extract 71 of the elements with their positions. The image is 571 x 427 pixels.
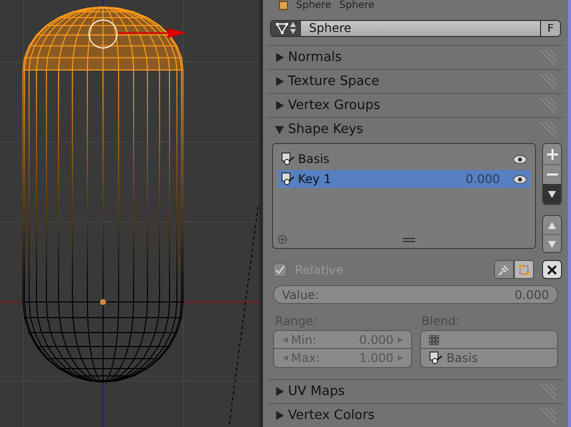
specials-menu-button[interactable] bbox=[543, 184, 561, 204]
relative-checkbox[interactable] bbox=[273, 262, 287, 276]
panel-title: UV Maps bbox=[288, 382, 345, 401]
vertex-group-field[interactable] bbox=[420, 330, 558, 349]
blend-shape-name: Basis bbox=[446, 350, 478, 367]
expand-icon bbox=[275, 411, 284, 420]
value-field[interactable]: Value: 0.000 bbox=[273, 285, 558, 304]
shape-key-icon bbox=[281, 172, 295, 186]
right-arrow-icon bbox=[396, 336, 402, 342]
shape-key-item[interactable]: Basis bbox=[278, 150, 530, 168]
3d-cursor-icon bbox=[88, 20, 118, 48]
plus-icon bbox=[546, 148, 558, 160]
blend-shape-field[interactable]: Basis bbox=[420, 349, 558, 368]
remove-button[interactable] bbox=[543, 164, 561, 184]
shape-key-icon bbox=[428, 351, 442, 365]
grip-icon[interactable] bbox=[540, 50, 556, 66]
cube-icon bbox=[279, 1, 288, 10]
vertex-box-icon bbox=[518, 264, 530, 276]
grip-icon[interactable] bbox=[540, 98, 556, 114]
panel-header[interactable]: UV Maps bbox=[267, 379, 564, 403]
expand-icon bbox=[275, 387, 284, 396]
clear-button[interactable] bbox=[542, 260, 562, 279]
breadcrumb-item[interactable]: Sphere bbox=[339, 0, 374, 11]
shape-key-item[interactable]: Key 1 0.000 bbox=[278, 170, 530, 188]
panel-title: Normals bbox=[288, 48, 342, 67]
panel-header[interactable]: Normals bbox=[267, 45, 564, 69]
caret-icon bbox=[548, 190, 556, 198]
shape-key-name: Basis bbox=[298, 151, 330, 168]
panel-header[interactable]: Vertex Groups bbox=[267, 93, 564, 117]
left-arrow-icon bbox=[282, 355, 288, 361]
origin-dot bbox=[100, 299, 106, 305]
vertex-group-icon bbox=[428, 334, 438, 344]
right-arrow-icon bbox=[396, 355, 402, 361]
pin-button[interactable] bbox=[494, 260, 514, 279]
grip-icon[interactable] bbox=[540, 408, 556, 424]
shape-key-name: Key 1 bbox=[298, 171, 332, 188]
close-icon bbox=[547, 264, 557, 274]
add-icon[interactable] bbox=[278, 235, 287, 244]
expand-icon bbox=[275, 53, 284, 62]
3d-viewport[interactable] bbox=[0, 0, 259, 427]
panel-title: Shape Keys bbox=[288, 120, 364, 139]
grip-icon[interactable] bbox=[540, 122, 556, 138]
collapse-icon bbox=[275, 125, 284, 134]
arrow-icon[interactable] bbox=[118, 28, 186, 38]
up-arrow-icon bbox=[548, 221, 556, 229]
value-label: Value: bbox=[282, 286, 319, 304]
minus-icon bbox=[546, 173, 558, 176]
panel-header[interactable]: Texture Space bbox=[267, 69, 564, 93]
panel-header[interactable]: Shape Keys bbox=[267, 117, 564, 141]
grip-icon[interactable] bbox=[540, 74, 556, 90]
breadcrumb-item[interactable]: Sphere bbox=[296, 0, 332, 11]
value-number: 0.000 bbox=[514, 286, 549, 304]
pin-icon bbox=[498, 264, 510, 276]
expand-icon bbox=[275, 77, 284, 86]
grip-icon[interactable] bbox=[540, 384, 556, 400]
edit-mode-button[interactable] bbox=[514, 260, 534, 279]
move-down-button[interactable] bbox=[543, 234, 561, 252]
expand-icon bbox=[275, 101, 284, 110]
eye-icon[interactable] bbox=[513, 174, 527, 184]
down-arrow-icon bbox=[548, 240, 556, 248]
drag-handle-icon[interactable] bbox=[402, 238, 414, 242]
panel-header[interactable]: Vertex Colors bbox=[267, 403, 564, 427]
shape-key-icon bbox=[281, 152, 295, 166]
eye-icon[interactable] bbox=[513, 154, 527, 164]
move-up-button[interactable] bbox=[543, 216, 561, 234]
panel-title: Vertex Colors bbox=[288, 406, 375, 425]
left-arrow-icon bbox=[282, 336, 288, 342]
add-button[interactable] bbox=[543, 144, 561, 164]
shape-key-value: 0.000 bbox=[466, 171, 500, 188]
panel-title: Texture Space bbox=[288, 72, 380, 91]
panel-title: Vertex Groups bbox=[288, 96, 380, 115]
